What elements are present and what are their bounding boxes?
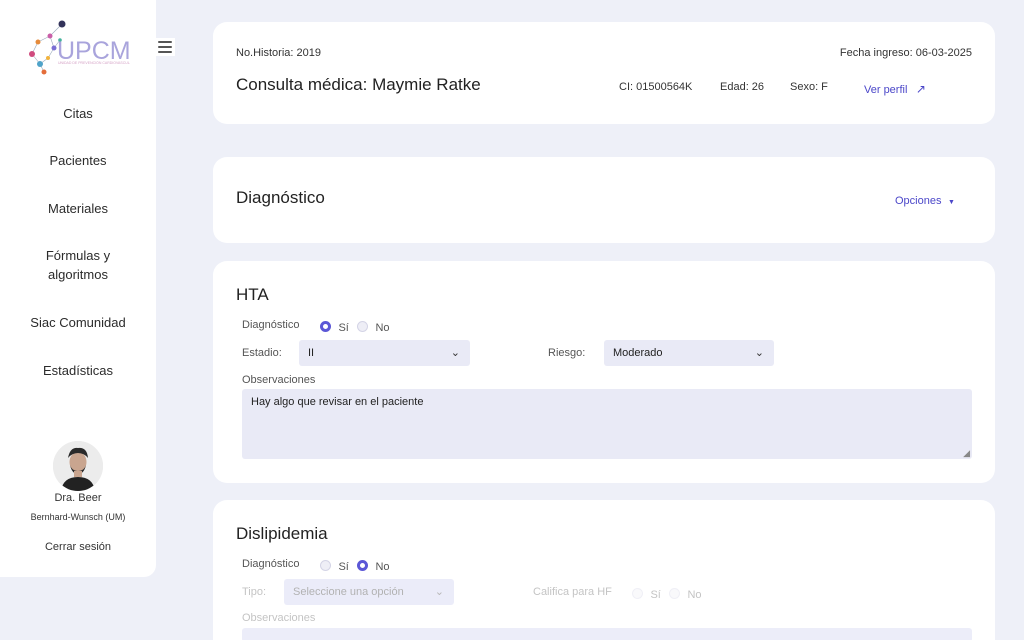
califica-yes-label: Sí: [650, 589, 661, 601]
disl-diag-yes[interactable]: Sí: [320, 557, 349, 575]
tipo-placeholder: Seleccione una opción: [293, 586, 404, 598]
disl-diag-no[interactable]: No: [357, 557, 390, 575]
dislipidemia-title: Dislipidemia: [236, 524, 328, 543]
caret-down-icon: ▼: [947, 199, 955, 206]
logout-link[interactable]: Cerrar sesión: [0, 541, 156, 553]
user-org: Bernhard-Wunsch (UM): [30, 512, 126, 522]
hta-no-radio[interactable]: [357, 321, 368, 333]
califica-hf-label: Califica para HF: [533, 586, 612, 598]
sidebar: UPCM UNIDAD DE PREVENCIÓN CARDIOVASCULAR…: [0, 0, 156, 577]
califica-yes[interactable]: Sí: [632, 585, 661, 603]
avatar[interactable]: [53, 441, 103, 491]
patient-ci: CI: 01500564K: [619, 81, 693, 93]
disl-diag-label: Diagnóstico: [242, 558, 300, 570]
hta-diag-no[interactable]: No: [357, 318, 390, 336]
ver-perfil-label: Ver perfil: [864, 84, 908, 96]
external-link-icon: ↗: [915, 82, 926, 96]
hta-obs-value: Hay algo que revisar en el paciente: [251, 396, 424, 408]
sidebar-item-estadisticas[interactable]: Estadísticas: [0, 361, 156, 380]
califica-yes-radio[interactable]: [632, 588, 643, 600]
sidebar-item-formulas[interactable]: Fórmulas y algoritmos: [0, 246, 156, 284]
tipo-select[interactable]: Seleccione una opción ⌄: [284, 579, 454, 605]
disl-yes-label: Sí: [338, 561, 349, 573]
patient-header-card: No.Historia: 2019 Fecha ingreso: 06-03-2…: [213, 22, 995, 124]
hta-no-label: No: [375, 322, 390, 334]
califica-no-label: No: [687, 589, 702, 601]
hta-observaciones-textarea[interactable]: Hay algo que revisar en el paciente ◢: [242, 389, 972, 459]
diagnostico-title: Diagnóstico: [236, 188, 325, 207]
califica-no-radio[interactable]: [669, 588, 680, 600]
user-name: Dra. Beer: [54, 492, 102, 504]
hta-title: HTA: [236, 285, 269, 304]
disl-no-label: No: [375, 561, 390, 573]
patient-edad: Edad: 26: [720, 81, 765, 93]
disl-observaciones-textarea[interactable]: [242, 628, 972, 640]
opciones-label: Opciones: [895, 195, 942, 207]
sidebar-item-siac-comunidad[interactable]: Siac Comunidad: [0, 313, 156, 332]
resize-handle-icon[interactable]: ◢: [963, 448, 970, 459]
disl-yes-radio[interactable]: [320, 560, 331, 572]
user-avatar-icon: [53, 441, 103, 491]
hta-yes-radio[interactable]: [320, 321, 331, 333]
hamburger-menu-icon[interactable]: [155, 38, 175, 56]
sidebar-item-materiales[interactable]: Materiales: [0, 199, 156, 218]
sidebar-item-citas[interactable]: Citas: [0, 104, 156, 123]
hta-obs-label: Observaciones: [242, 374, 316, 386]
patient-sexo: Sexo: F: [790, 81, 828, 93]
disl-no-radio[interactable]: [357, 560, 368, 572]
sidebar-item-pacientes[interactable]: Pacientes: [0, 151, 156, 170]
hta-yes-label: Sí: [338, 322, 349, 334]
opciones-dropdown[interactable]: Opciones ▼: [895, 191, 955, 209]
historia-number: No.Historia: 2019: [236, 47, 321, 59]
fecha-ingreso: Fecha ingreso: 06-03-2025: [839, 47, 972, 59]
riesgo-select[interactable]: Moderado ⌄: [604, 340, 774, 366]
dislipidemia-card: Dislipidemia Diagnóstico Sí No Tipo: Sel…: [213, 500, 995, 640]
estadio-select[interactable]: II ⌄: [299, 340, 470, 366]
hta-card: HTA Diagnóstico Sí No Estadio: II ⌄ Ries…: [213, 261, 995, 483]
diagnostico-card: Diagnóstico Opciones ▼: [213, 157, 995, 243]
hta-diag-label: Diagnóstico: [242, 319, 300, 331]
logo-subtitle: UNIDAD DE PREVENCIÓN CARDIOVASCULAR: [58, 61, 130, 65]
page-title: Consulta médica: Maymie Ratke: [236, 75, 481, 94]
chevron-down-icon: ⌄: [754, 347, 764, 359]
ver-perfil-link[interactable]: Ver perfil ↗: [864, 80, 926, 98]
estadio-value: II: [308, 347, 315, 359]
riesgo-label: Riesgo:: [548, 347, 586, 359]
califica-no[interactable]: No: [669, 585, 702, 603]
chevron-down-icon: ⌄: [450, 347, 460, 359]
hta-diag-yes[interactable]: Sí: [320, 318, 349, 336]
tipo-label: Tipo:: [242, 586, 267, 598]
riesgo-value: Moderado: [613, 347, 663, 359]
disl-obs-label: Observaciones: [242, 612, 316, 624]
estadio-label: Estadio:: [242, 347, 282, 359]
chevron-down-icon: ⌄: [434, 586, 444, 598]
